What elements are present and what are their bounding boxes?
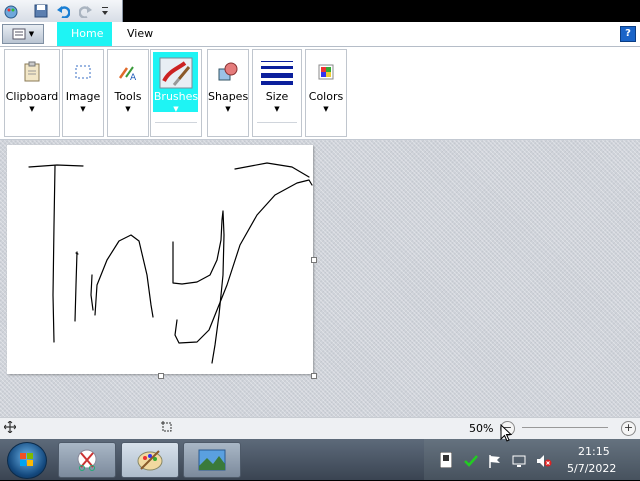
security-check-icon[interactable] bbox=[464, 454, 478, 468]
group-size[interactable]: Size ▼ bbox=[252, 49, 302, 137]
volume-muted-icon[interactable] bbox=[536, 454, 552, 468]
drawing-canvas[interactable] bbox=[7, 145, 317, 379]
title-bar bbox=[0, 0, 640, 22]
note-icon[interactable] bbox=[439, 451, 453, 469]
ribbon-tab-row: ▼ Home View ? bbox=[0, 22, 640, 47]
image-viewer-icon bbox=[198, 449, 226, 471]
brush-icon bbox=[159, 56, 193, 90]
group-label-colors: Colors bbox=[308, 90, 344, 103]
group-brushes[interactable]: Brushes ▼ bbox=[150, 49, 202, 137]
taskbar-image-viewer[interactable] bbox=[183, 442, 241, 478]
quick-access-toolbar bbox=[0, 0, 123, 22]
tab-home[interactable]: Home bbox=[57, 22, 112, 46]
size-lines-icon bbox=[260, 58, 294, 86]
app-menu-icon bbox=[12, 28, 26, 40]
save-icon[interactable] bbox=[33, 3, 49, 19]
taskbar: 21:15 5/7/2022 bbox=[0, 439, 640, 480]
resize-handle-bottom[interactable] bbox=[158, 373, 164, 379]
chevron-down-icon: ▼ bbox=[173, 105, 179, 113]
paint-icon bbox=[137, 450, 163, 471]
taskbar-snipping-tool[interactable] bbox=[58, 442, 116, 478]
canvas-workspace bbox=[0, 140, 640, 417]
chevron-down-icon: ▼ bbox=[225, 105, 231, 113]
group-shapes[interactable]: Shapes ▼ bbox=[207, 49, 249, 137]
group-label-tools: Tools bbox=[114, 90, 142, 103]
shapes-icon bbox=[214, 58, 242, 86]
zoom-slider[interactable] bbox=[522, 427, 608, 428]
image-select-icon bbox=[69, 58, 97, 86]
snipping-tool-icon bbox=[77, 449, 97, 471]
group-tools[interactable]: A Tools ▼ bbox=[107, 49, 149, 137]
zoom-in-button[interactable]: + bbox=[621, 421, 636, 436]
group-label-image: Image bbox=[65, 90, 101, 103]
divider bbox=[257, 122, 297, 123]
customize-dropdown-icon[interactable] bbox=[100, 3, 110, 19]
zoom-level: 50% bbox=[469, 422, 494, 435]
network-icon[interactable] bbox=[512, 454, 526, 468]
clock-date[interactable]: 5/7/2022 bbox=[567, 462, 616, 475]
group-label-shapes: Shapes bbox=[208, 90, 249, 103]
clock-time[interactable]: 21:15 bbox=[578, 445, 610, 458]
group-colors[interactable]: Colors ▼ bbox=[305, 49, 347, 137]
help-button[interactable]: ? bbox=[620, 26, 636, 42]
ribbon: Clipboard ▼ Image ▼ A Tools ▼ Brushes ▼ … bbox=[0, 47, 640, 140]
colors-icon bbox=[312, 58, 340, 86]
taskbar-paint[interactable] bbox=[121, 442, 179, 478]
paint-app-icon[interactable] bbox=[3, 3, 19, 19]
redo-icon[interactable] bbox=[78, 3, 94, 19]
start-button[interactable] bbox=[7, 442, 47, 479]
flag-icon[interactable] bbox=[488, 454, 502, 468]
app-menu-button[interactable]: ▼ bbox=[2, 24, 44, 44]
chevron-down-icon: ▼ bbox=[29, 105, 35, 113]
mouse-pointer-icon bbox=[500, 423, 513, 445]
status-bar: 50% − + bbox=[0, 417, 640, 440]
tab-view[interactable]: View bbox=[113, 22, 167, 46]
undo-icon[interactable] bbox=[55, 3, 71, 19]
chevron-down-icon: ▼ bbox=[323, 105, 329, 113]
group-label-size: Size bbox=[265, 90, 289, 103]
windows-logo-icon bbox=[20, 453, 33, 466]
chevron-down-icon: ▼ bbox=[80, 105, 86, 113]
group-label-brushes: Brushes bbox=[153, 90, 199, 103]
svg-text:A: A bbox=[130, 73, 137, 82]
clipboard-icon bbox=[18, 58, 46, 86]
chevron-down-icon: ▼ bbox=[125, 105, 131, 113]
tools-icon: A bbox=[114, 58, 142, 86]
resize-handle-right[interactable] bbox=[311, 257, 317, 263]
group-image[interactable]: Image ▼ bbox=[62, 49, 104, 137]
group-clipboard[interactable]: Clipboard ▼ bbox=[4, 49, 60, 137]
chevron-down-icon: ▼ bbox=[274, 105, 280, 113]
selection-size-icon bbox=[161, 421, 173, 436]
handwritten-drawing bbox=[28, 162, 313, 364]
chevron-down-icon: ▼ bbox=[28, 30, 35, 38]
divider bbox=[155, 122, 197, 123]
cursor-position-icon bbox=[3, 420, 17, 436]
group-label-clipboard: Clipboard bbox=[5, 90, 59, 103]
resize-handle-corner[interactable] bbox=[311, 373, 317, 379]
